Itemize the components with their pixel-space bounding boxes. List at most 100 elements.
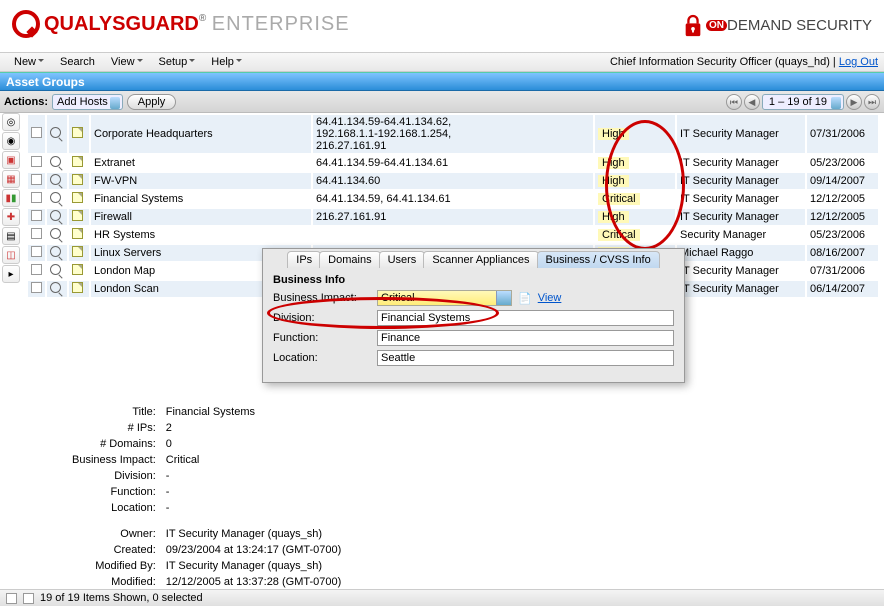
detail-division: - [162,469,346,483]
sb-chart-icon[interactable]: ▮▮ [2,189,20,207]
doc-icon[interactable] [72,174,83,185]
row-checkbox[interactable] [31,156,42,167]
tab-business[interactable]: Business / CVSS Info [537,251,660,268]
search-icon[interactable] [50,127,61,138]
menu-setup[interactable]: Setup [151,56,204,68]
search-icon[interactable] [50,282,61,293]
tab-users[interactable]: Users [379,251,426,268]
row-checkbox[interactable] [31,264,42,275]
tab-domains[interactable]: Domains [319,251,380,268]
menu-new[interactable]: New [6,56,52,68]
status-checkbox2[interactable] [23,593,34,604]
search-icon[interactable] [50,174,61,185]
search-icon[interactable] [50,228,61,239]
sb-calendar-icon[interactable]: ▦ [2,170,20,188]
sb-tag-icon[interactable]: ▣ [2,151,20,169]
table-row[interactable]: FW-VPN64.41.134.60HighIT Security Manage… [28,173,878,189]
row-checkbox[interactable] [31,282,42,293]
search-icon[interactable] [50,246,61,257]
search-icon[interactable] [50,210,61,221]
lock-icon [682,14,704,36]
cell-impact: Critical [595,191,675,207]
cell-date: 05/23/2006 [807,227,878,243]
pager-range[interactable]: 1 – 19 of 19 [762,94,844,110]
header: QUALYSGUARD® ENTERPRISE ONDEMAND SECURIT… [0,0,884,52]
row-checkbox[interactable] [31,127,42,138]
division-input[interactable] [377,310,674,326]
apply-button[interactable]: Apply [127,94,177,110]
search-icon[interactable] [50,192,61,203]
table-row[interactable]: HR SystemsCriticalSecurity Manager05/23/… [28,227,878,243]
cell-name: Corporate Headquarters [91,115,311,153]
lbl-function: Function: [273,332,371,344]
cell-ips: 64.41.134.59-64.41.134.61 [313,155,593,171]
search-icon[interactable] [50,156,61,167]
detail-title: Financial Systems [162,405,346,419]
logout-link[interactable]: Log Out [839,56,878,68]
menu-view[interactable]: View [103,56,151,68]
sidebar: ◎ ◉ ▣ ▦ ▮▮ ✚ ▤ ◫ ▸ [2,113,24,283]
table-row[interactable]: Firewall216.27.161.91HighIT Security Man… [28,209,878,225]
table-row[interactable]: Corporate Headquarters64.41.134.59-64.41… [28,115,878,153]
popup-heading: Business Info [273,274,674,286]
sb-host-icon[interactable]: ▤ [2,227,20,245]
lbl-division: Division: [273,312,371,324]
tab-scanners[interactable]: Scanner Appliances [423,251,538,268]
search-icon[interactable] [50,264,61,275]
sb-globe-icon[interactable]: ◉ [2,132,20,150]
cell-name: FW-VPN [91,173,311,189]
logo-text: QUALYSGUARD® ENTERPRISE [44,13,350,36]
doc-icon[interactable] [72,228,83,239]
doc-icon[interactable] [72,210,83,221]
business-info-popup: IPs Domains Users Scanner Appliances Bus… [262,248,685,383]
cell-name: Financial Systems [91,191,311,207]
doc-icon[interactable] [72,192,83,203]
pager-first-icon[interactable]: ⏮ [726,94,742,110]
detail-ips: 2 [162,421,346,435]
sb-plus-icon[interactable]: ✚ [2,208,20,226]
pager: ⏮ ◀ 1 – 19 of 19 ▶ ⏭ [726,94,880,110]
table-row[interactable]: Extranet64.41.134.59-64.41.134.61HighIT … [28,155,878,171]
pager-prev-icon[interactable]: ◀ [744,94,760,110]
row-checkbox[interactable] [31,246,42,257]
doc-icon[interactable] [72,127,83,138]
doc-icon[interactable] [72,264,83,275]
cell-owner: IT Security Manager [677,191,805,207]
tab-ips[interactable]: IPs [287,251,321,268]
impact-select[interactable]: Critical [377,290,512,306]
cell-date: 12/12/2005 [807,191,878,207]
view-link[interactable]: View [538,292,562,304]
sb-expand-icon[interactable]: ▸ [2,265,20,283]
row-checkbox[interactable] [31,228,42,239]
location-input[interactable] [377,350,674,366]
cell-owner: IT Security Manager [677,281,805,297]
pager-last-icon[interactable]: ⏭ [864,94,880,110]
pager-next-icon[interactable]: ▶ [846,94,862,110]
actions-select[interactable]: Add Hosts [52,94,123,110]
sb-target-icon[interactable]: ◎ [2,113,20,131]
lbl-impact: Business Impact: [273,292,371,304]
sb-group-icon[interactable]: ◫ [2,246,20,264]
status-checkbox[interactable] [6,593,17,604]
detail-impact: Critical [162,453,346,467]
menu-search[interactable]: Search [52,56,103,68]
row-checkbox[interactable] [31,192,42,203]
cell-owner: IT Security Manager [677,115,805,153]
row-checkbox[interactable] [31,174,42,185]
detail-function: - [162,485,346,499]
lbl-location: Location: [273,352,371,364]
doc-icon[interactable] [72,282,83,293]
cell-impact: High [595,155,675,171]
cell-owner: Michael Raggo [677,245,805,261]
cell-name: Extranet [91,155,311,171]
function-input[interactable] [377,330,674,346]
menu-help[interactable]: Help [203,56,250,68]
doc-icon[interactable] [72,156,83,167]
logo: QUALYSGUARD® ENTERPRISE [12,10,350,38]
cell-ips [313,227,593,243]
qualys-q-icon [12,10,40,38]
row-checkbox[interactable] [31,210,42,221]
cell-owner: IT Security Manager [677,155,805,171]
table-row[interactable]: Financial Systems64.41.134.59, 64.41.134… [28,191,878,207]
doc-icon[interactable] [72,246,83,257]
